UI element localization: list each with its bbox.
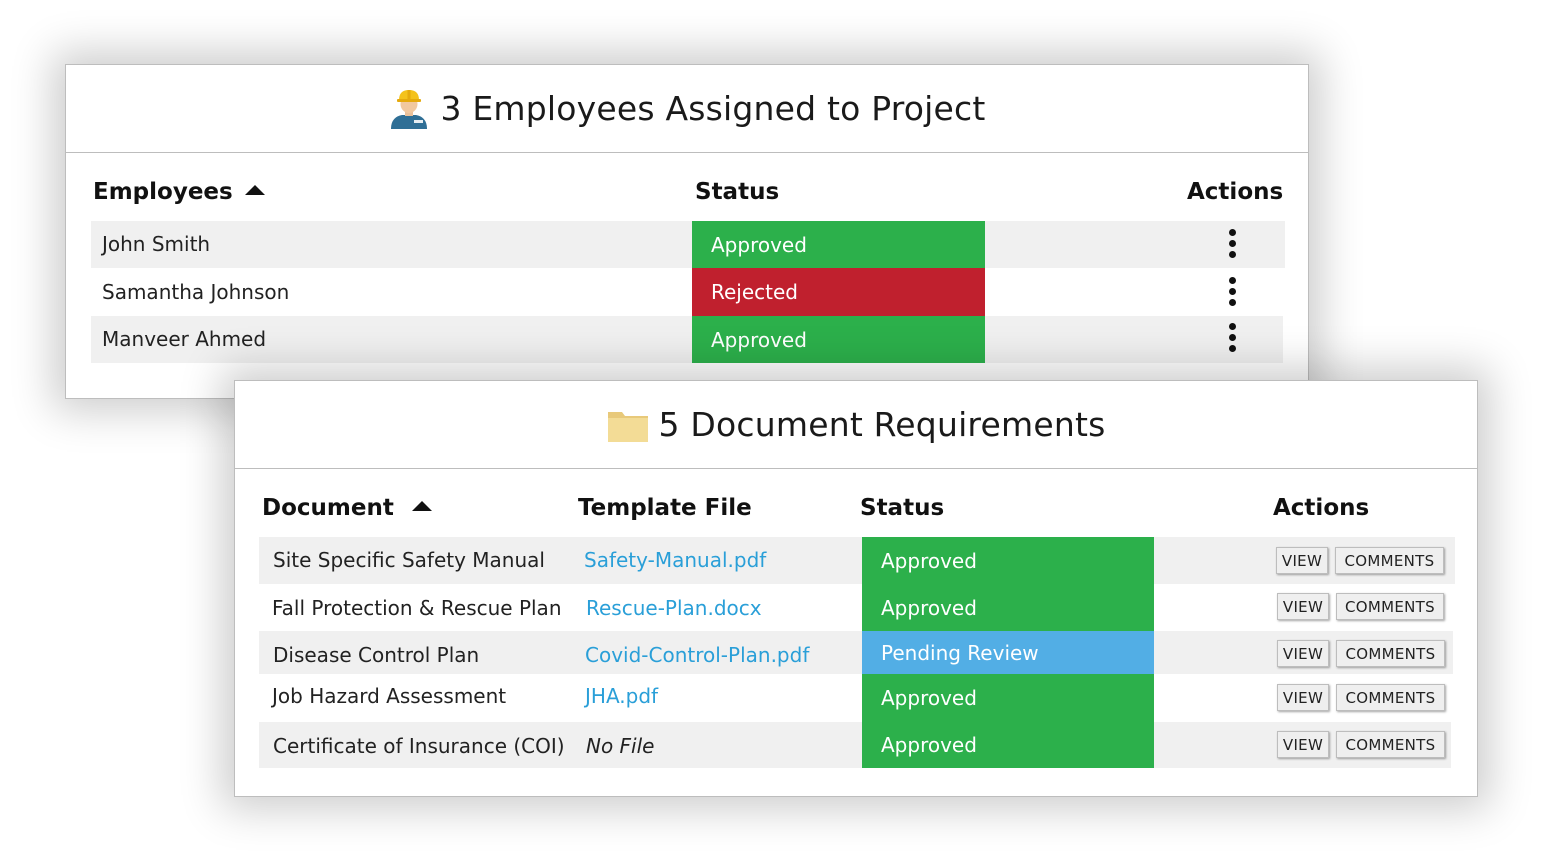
document-name: Site Specific Safety Manual [273,548,545,572]
status-column-header: Status [860,495,945,521]
employees-card-title: 3 Employees Assigned to Project [440,89,986,128]
comments-button[interactable]: COMMENTS [1335,547,1444,574]
sort-ascending-icon[interactable] [244,185,265,195]
view-button[interactable]: VIEW [1277,731,1329,758]
employee-name: John Smith [102,232,211,256]
documents-card-title: 5 Document Requirements [658,405,1106,444]
folder-icon [607,411,648,442]
document-name: Job Hazard Assessment [272,684,507,708]
table-row: Site Specific Safety Manual Safety-Manua… [259,537,1455,584]
more-actions-icon[interactable] [1229,323,1237,356]
status-badge: Pending Review [862,631,1154,674]
status-badge: Approved [862,584,1154,631]
documents-card: 5 Document Requirements Document Templat… [234,380,1478,797]
status-badge: Approved [862,537,1154,584]
template-file-link[interactable]: JHA.pdf [585,684,658,708]
view-button[interactable]: VIEW [1277,684,1329,711]
document-column-header[interactable]: Document [262,495,432,521]
status-badge: Rejected [692,268,985,316]
status-badge: Approved [692,221,985,268]
actions-column-header: Actions [1187,179,1284,205]
document-name: Certificate of Insurance (COI) [273,734,565,758]
template-file-none: No File [586,734,655,758]
template-file-link[interactable]: Safety-Manual.pdf [584,548,766,572]
table-row: Manveer Ahmed Approved [91,316,1283,363]
employees-card-header: 3 Employees Assigned to Project [66,65,1308,153]
view-button[interactable]: VIEW [1277,593,1329,620]
actions-column-header: Actions [1273,495,1370,521]
comments-button[interactable]: COMMENTS [1336,593,1444,620]
documents-card-header: 5 Document Requirements [235,381,1477,469]
table-row: Job Hazard Assessment JHA.pdf Approved V… [259,674,1455,722]
template-file-column-header: Template File [578,495,752,521]
employee-name: Manveer Ahmed [102,327,267,351]
employees-card: 3 Employees Assigned to Project Employee… [65,64,1309,399]
table-row: Certificate of Insurance (COI) No File A… [259,722,1451,768]
more-actions-icon[interactable] [1229,277,1237,310]
sort-ascending-icon[interactable] [411,501,432,511]
view-button[interactable]: VIEW [1277,640,1329,667]
view-button[interactable]: VIEW [1276,547,1328,574]
document-name: Fall Protection & Rescue Plan [272,596,562,620]
table-row: Fall Protection & Rescue Plan Rescue-Pla… [259,584,1455,631]
template-file-link[interactable]: Covid-Control-Plan.pdf [585,643,809,667]
status-badge: Approved [862,674,1154,722]
comments-button[interactable]: COMMENTS [1336,640,1445,667]
table-row: John Smith Approved [91,221,1285,268]
document-name: Disease Control Plan [273,643,480,667]
template-file-link[interactable]: Rescue-Plan.docx [586,596,762,620]
employee-name: Samantha Johnson [102,280,290,304]
worker-hardhat-icon [391,89,428,129]
status-badge: Approved [862,722,1154,768]
comments-button[interactable]: COMMENTS [1336,684,1445,711]
table-row: Disease Control Plan Covid-Control-Plan.… [259,631,1453,674]
table-row: Samantha Johnson Rejected [91,268,1285,316]
status-column-header: Status [695,179,780,205]
comments-button[interactable]: COMMENTS [1336,731,1445,758]
employees-column-header[interactable]: Employees [93,179,265,205]
status-badge: Approved [692,316,985,363]
more-actions-icon[interactable] [1229,229,1237,262]
